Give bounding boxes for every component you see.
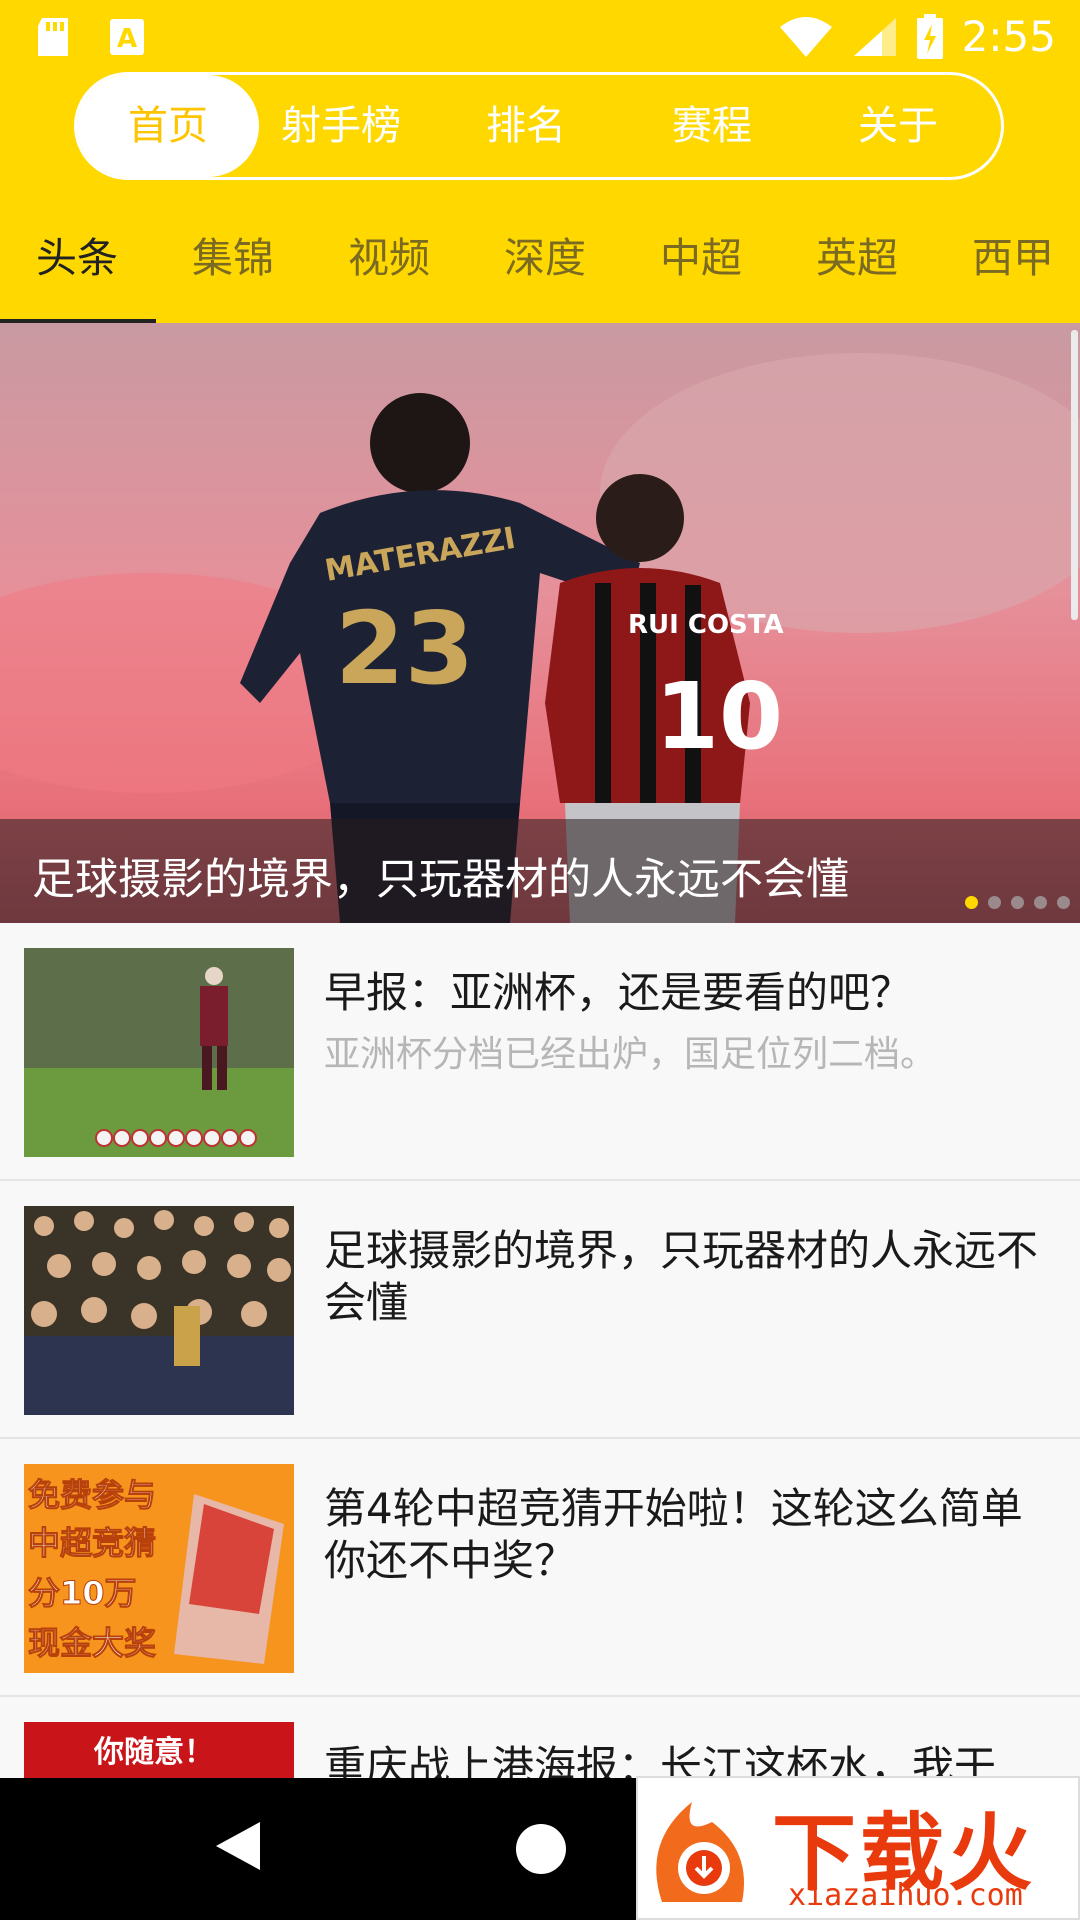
hero-banner[interactable]: MATERAZZI 23 RUI COSTA 10 足球摄影的境界，只玩器材的人… <box>0 323 1080 923</box>
hero-caption: 足球摄影的境界，只玩器材的人永远不会懂 <box>32 855 849 905</box>
jersey-left-number: 23 <box>335 590 474 707</box>
news-thumbnail <box>24 1206 294 1415</box>
list-item[interactable]: 免费参与 中超竞猜 分10万 现金大奖 第4轮中超竞猜开始啦！这轮这么简单你还不… <box>0 1439 1080 1697</box>
news-list: 早报：亚洲杯，还是要看的吧？ 亚洲杯分档已经出炉，国足位列二档。 足球摄影的境界… <box>0 923 1080 1778</box>
carousel-dots <box>965 896 1070 909</box>
scrollbar[interactable] <box>1071 330 1078 620</box>
promo-line-1: 免费参与 <box>28 1476 156 1514</box>
top-nav-home[interactable]: 首页 <box>77 75 259 177</box>
wifi-icon: x <box>779 16 832 59</box>
carousel-dot[interactable] <box>1034 896 1047 909</box>
list-item[interactable]: 你随意！ 重庆战上港海报：长江这杯水，我干 <box>0 1697 1080 1778</box>
hero-caption-bar: 足球摄影的境界，只玩器材的人永远不会懂 <box>0 819 1080 923</box>
signal-icon <box>853 17 896 56</box>
jersey-right-number: 10 <box>655 663 783 770</box>
tab-videos[interactable]: 视频 <box>348 224 430 284</box>
news-thumbnail <box>24 948 294 1157</box>
app-header: A x 2:55 首页 射手榜 排名 赛程 关于 头条 集锦 视频 深度 中超 … <box>0 0 1080 323</box>
category-tabs: 头条 集锦 视频 深度 中超 英超 西甲 <box>0 214 1080 323</box>
app-store-icon: A <box>110 19 144 55</box>
carousel-dot[interactable] <box>988 896 1001 909</box>
watermark-url: xiazaihuo.com <box>788 1878 1023 1913</box>
promo-line-3: 分10万 <box>28 1574 137 1612</box>
home-icon[interactable] <box>516 1824 566 1874</box>
carousel-dot[interactable] <box>1057 896 1070 909</box>
back-icon[interactable] <box>212 1818 264 1874</box>
clock: 2:55 <box>961 12 1056 61</box>
carousel-dot-active[interactable] <box>965 896 978 909</box>
tab-premier-league[interactable]: 英超 <box>816 224 898 284</box>
status-bar: A x 2:55 <box>0 0 1080 72</box>
jersey-right-name: RUI COSTA <box>628 610 784 640</box>
top-nav-about[interactable]: 关于 <box>807 75 989 177</box>
top-nav-ranking[interactable]: 排名 <box>435 75 617 177</box>
promo-line-4: 现金大奖 <box>28 1624 156 1662</box>
svg-text:A: A <box>117 24 137 54</box>
news-thumbnail: 免费参与 中超竞猜 分10万 现金大奖 <box>24 1464 294 1673</box>
tab-la-liga[interactable]: 西甲 <box>972 224 1054 284</box>
sd-card-icon <box>38 18 68 56</box>
poster-text: 你随意！ <box>93 1735 214 1770</box>
flame-logo-icon <box>656 1802 744 1902</box>
tab-depth[interactable]: 深度 <box>504 224 586 284</box>
top-nav-scorers[interactable]: 射手榜 <box>251 75 431 177</box>
svg-text:x: x <box>814 41 825 59</box>
tab-headlines[interactable]: 头条 <box>36 224 118 284</box>
status-system: x 2:55 <box>778 12 1056 61</box>
battery-icon <box>916 13 943 59</box>
news-title: 早报：亚洲杯，还是要看的吧？ <box>324 968 913 1017</box>
list-item[interactable]: 早报：亚洲杯，还是要看的吧？ 亚洲杯分档已经出炉，国足位列二档。 <box>0 923 1080 1181</box>
status-notifications: A <box>34 16 146 58</box>
news-title: 重庆战上港海报：长江这杯水，我干 <box>324 1742 997 1778</box>
watermark: 下载火 xiazaihuo.com <box>636 1776 1080 1920</box>
top-nav-schedule[interactable]: 赛程 <box>621 75 803 177</box>
list-item[interactable]: 足球摄影的境界，只玩器材的人永远不会懂 <box>0 1181 1080 1439</box>
tab-highlights[interactable]: 集锦 <box>192 224 274 284</box>
news-title: 足球摄影的境界，只玩器材的人永远不会懂 <box>324 1226 1039 1327</box>
top-nav-pill: 首页 射手榜 排名 赛程 关于 <box>74 72 1004 180</box>
promo-line-2: 中超竞猜 <box>28 1524 156 1562</box>
carousel-dot[interactable] <box>1011 896 1024 909</box>
news-subtitle: 亚洲杯分档已经出炉，国足位列二档。 <box>324 1034 937 1075</box>
news-title: 第4轮中超竞猜开始啦！这轮这么简单你还不中奖？ <box>324 1484 1023 1585</box>
tab-csl[interactable]: 中超 <box>660 224 742 284</box>
news-thumbnail: 你随意！ <box>24 1722 294 1778</box>
